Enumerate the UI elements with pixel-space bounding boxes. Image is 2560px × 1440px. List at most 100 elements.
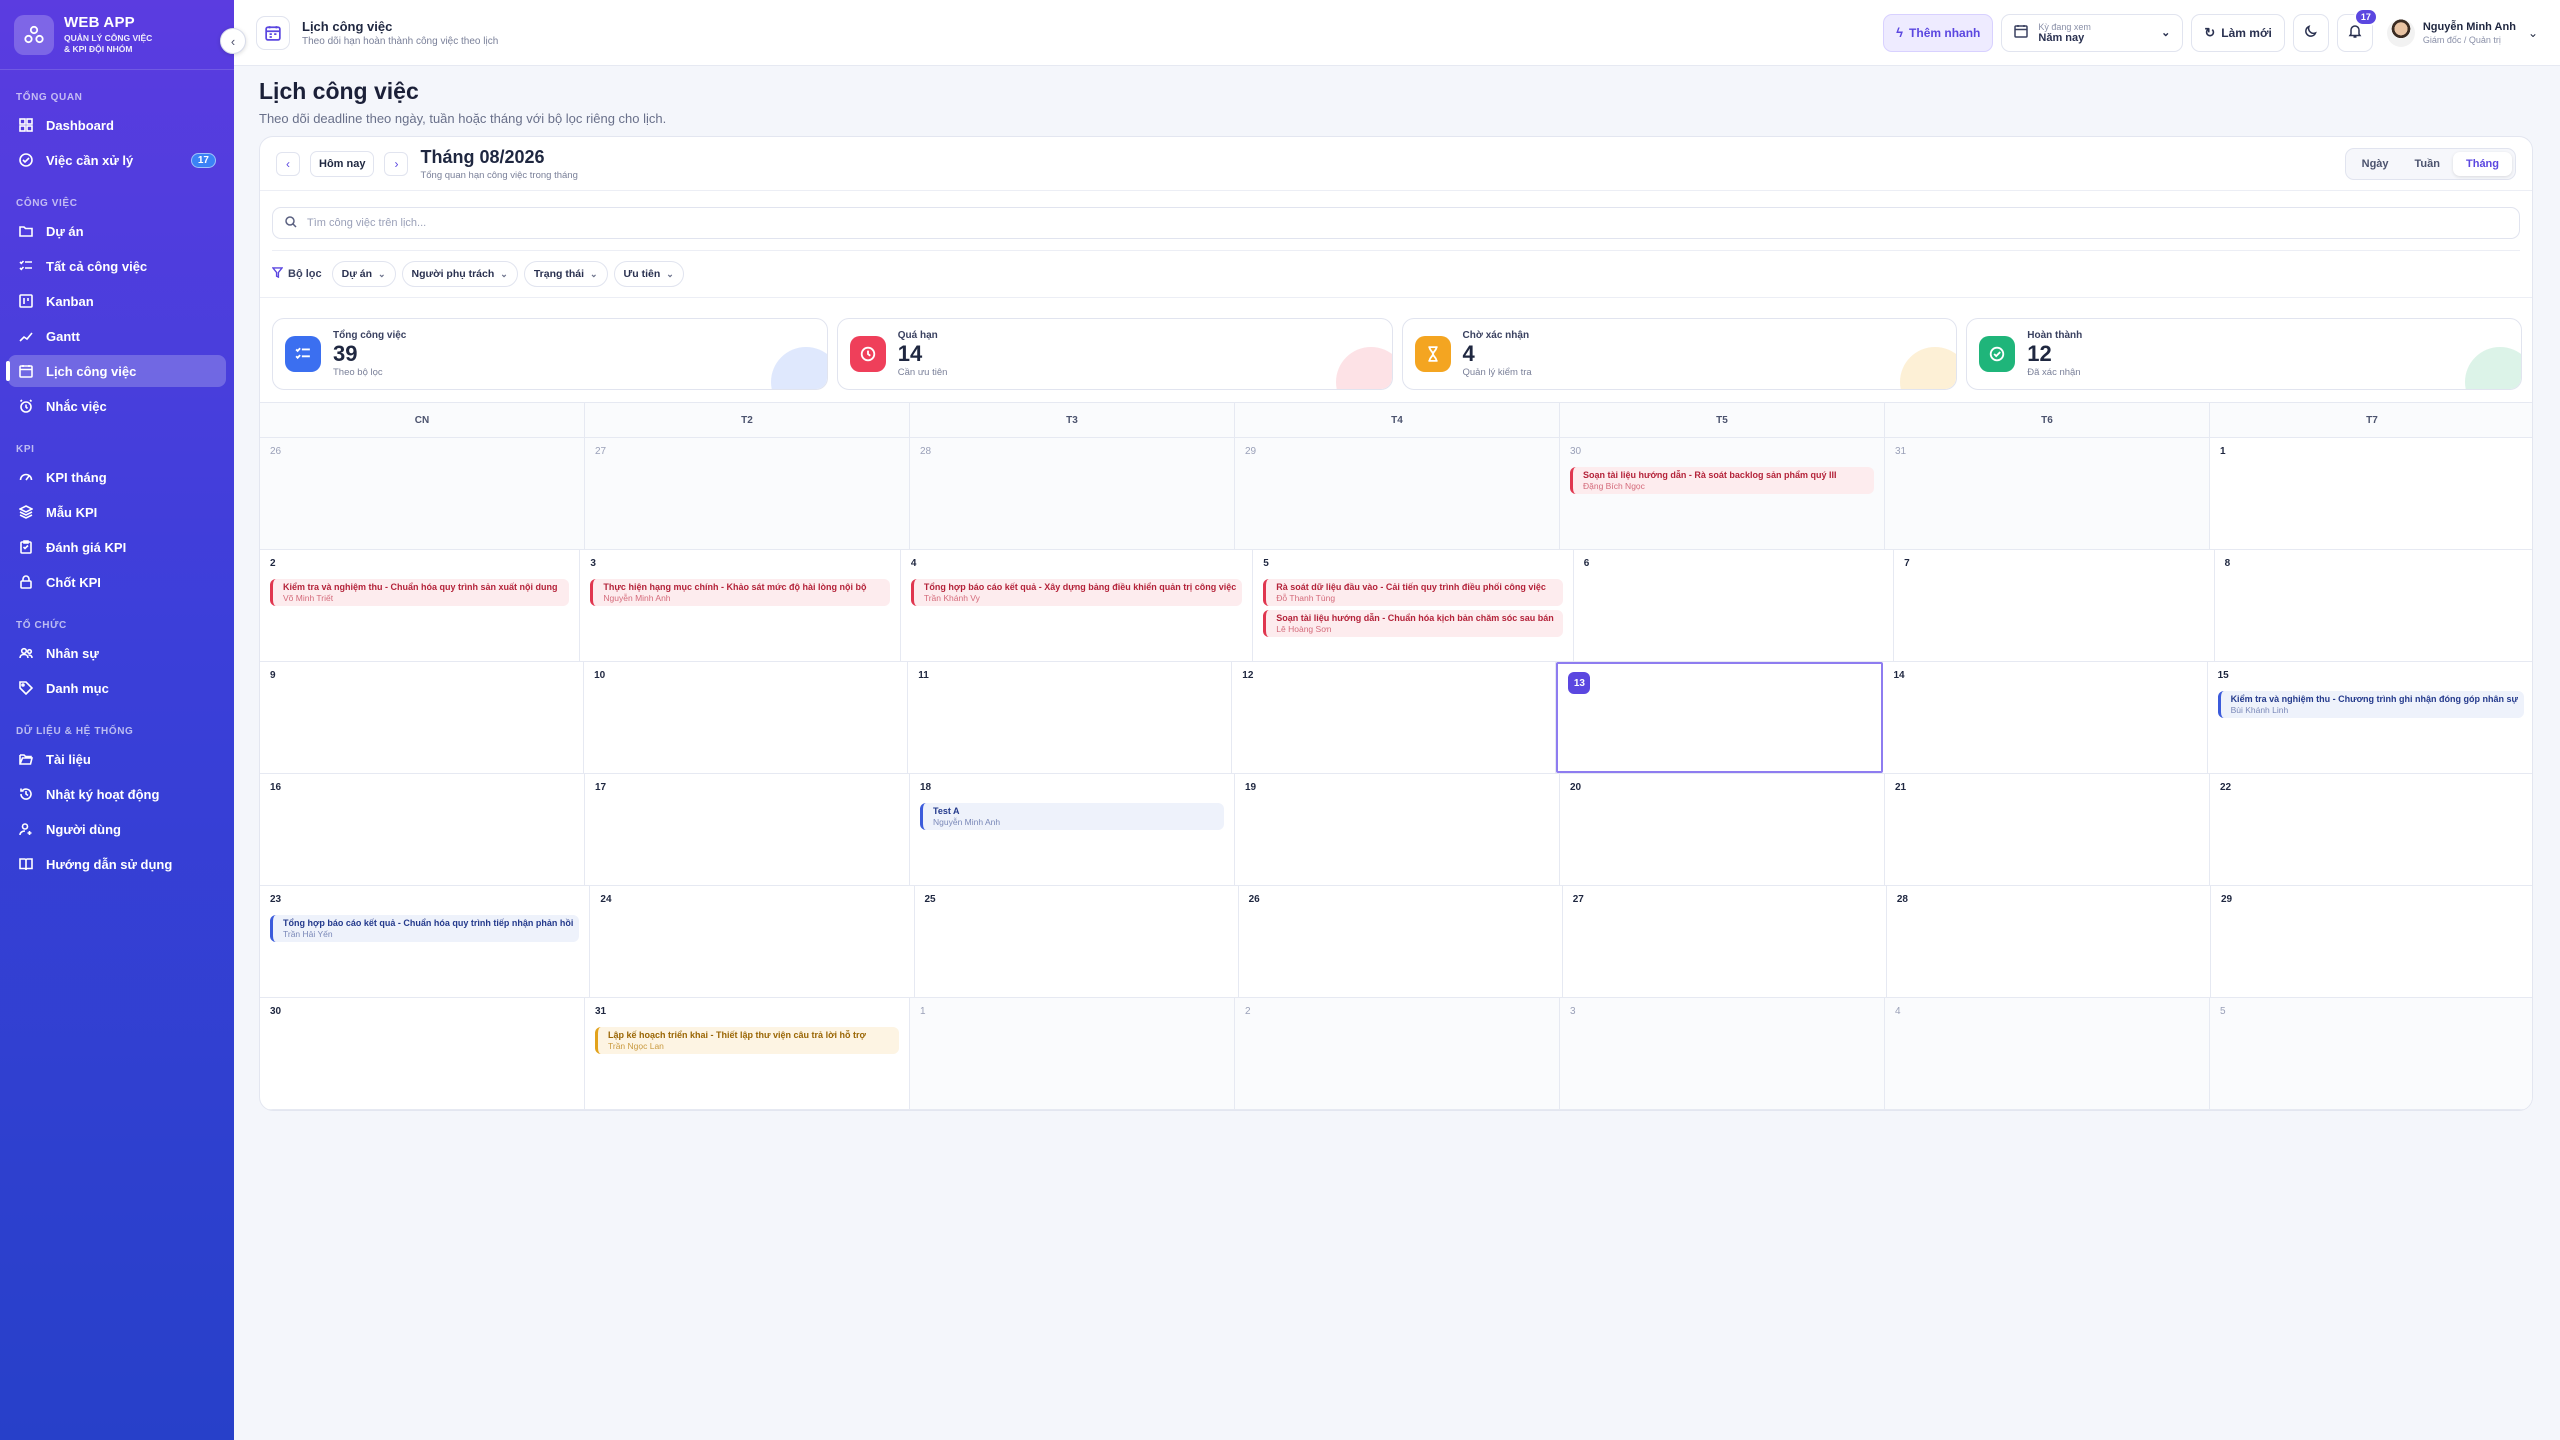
sidebar-item-reminders[interactable]: Nhắc việc bbox=[8, 390, 226, 422]
calendar-day[interactable]: 15 Kiểm tra và nghiệm thu - Chương trình … bbox=[2208, 662, 2532, 773]
calendar-event[interactable]: Soạn tài liệu hướng dẫn - Rà soát backlo… bbox=[1570, 467, 1874, 494]
calendar-day[interactable]: 25 bbox=[915, 886, 1239, 997]
sidebar-item-activity[interactable]: Nhật ký hoạt động bbox=[8, 778, 226, 810]
view-month-button[interactable]: Tháng bbox=[2453, 151, 2512, 176]
sidebar-item-catalog[interactable]: Danh mục bbox=[8, 672, 226, 704]
calendar-event[interactable]: Lập kế hoạch triển khai - Thiết lập thư … bbox=[595, 1027, 899, 1054]
filter-assignee[interactable]: Người phụ trách ⌄ bbox=[401, 261, 518, 287]
calendar-day[interactable]: 29 bbox=[2211, 886, 2532, 997]
view-day-button[interactable]: Ngày bbox=[2349, 152, 2402, 176]
calendar-day[interactable]: 30 bbox=[260, 998, 585, 1109]
calendar-day[interactable]: 6 bbox=[1574, 550, 1895, 661]
calendar-day[interactable]: 12 bbox=[1232, 662, 1557, 773]
calendar-day[interactable]: 3 Thực hiện hạng mục chính - Khảo sát mức… bbox=[580, 550, 901, 661]
calendar-day[interactable]: 26 bbox=[260, 438, 585, 549]
calendar-day[interactable]: 24 bbox=[590, 886, 915, 997]
calendar-day[interactable]: 30 Soạn tài liệu hướng dẫn - Rà soát back… bbox=[1560, 438, 1885, 549]
event-title: Tổng hợp báo cáo kết quả - Chuẩn hóa quy… bbox=[283, 918, 574, 928]
user-menu[interactable]: Nguyễn Minh Anh Giám đốc / Quản trị ⌄ bbox=[2386, 18, 2538, 47]
today-button[interactable]: Hôm nay bbox=[310, 150, 375, 177]
sidebar-item-label: Nhật ký hoạt động bbox=[46, 786, 160, 802]
calendar-event[interactable]: Tổng hợp báo cáo kết quả - Chuẩn hóa quy… bbox=[270, 915, 580, 942]
calendar-grid: CN T2 T3 T4 T5 T6 T7 26 27 28 29 30 Soạn tài liệu h… bbox=[260, 402, 2532, 1110]
calendar-day[interactable]: 17 bbox=[585, 774, 910, 885]
next-month-button[interactable]: › bbox=[384, 151, 409, 176]
calendar-day[interactable]: 10 bbox=[584, 662, 909, 773]
calendar-day[interactable]: 1 bbox=[910, 998, 1235, 1109]
sidebar-item-all-tasks[interactable]: Tất cả công việc bbox=[8, 250, 226, 282]
page-title: Lịch công việc bbox=[259, 78, 419, 104]
calendar-day[interactable]: 16 bbox=[260, 774, 585, 885]
view-week-button[interactable]: Tuần bbox=[2402, 152, 2453, 176]
calendar-event[interactable]: Thực hiện hạng mục chính - Khảo sát mức … bbox=[590, 579, 890, 606]
calendar-day[interactable]: 27 bbox=[1563, 886, 1887, 997]
calendar-day[interactable]: 11 bbox=[908, 662, 1233, 773]
event-assignee: Lê Hoàng Sơn bbox=[1276, 624, 1332, 634]
sidebar-item-docs[interactable]: Tài liệu bbox=[8, 743, 226, 775]
sidebar-item-kpi-month[interactable]: KPI tháng bbox=[8, 461, 226, 493]
filter-status[interactable]: Trạng thái ⌄ bbox=[523, 261, 608, 287]
calendar-day[interactable]: 31 bbox=[1885, 438, 2210, 549]
day-number: 4 bbox=[1895, 1006, 1901, 1017]
sidebar-item-gantt[interactable]: Gantt bbox=[8, 320, 226, 352]
notifications-button[interactable]: 17 bbox=[2336, 7, 2378, 52]
calendar-event[interactable]: Tổng hợp báo cáo kết quả - Xây dựng bảng… bbox=[910, 579, 1243, 606]
calendar-event[interactable]: Rà soát dữ liệu đầu vào - Cải tiến quy t… bbox=[1263, 579, 1563, 606]
calendar-day[interactable]: 26 bbox=[1239, 886, 1563, 997]
calendar-day[interactable]: 28 bbox=[910, 438, 1235, 549]
calendar-search-input[interactable]: Tìm công việc trên lịch... bbox=[272, 207, 2520, 239]
sidebar-item-kpi-template[interactable]: Mẫu KPI bbox=[8, 496, 226, 528]
calendar-day[interactable]: 4 bbox=[1885, 998, 2210, 1109]
weekday-label: T7 bbox=[2366, 414, 2378, 426]
calendar-day[interactable]: 4 Tổng hợp báo cáo kết quả - Xây dựng bản… bbox=[901, 550, 1254, 661]
sidebar-item-kanban[interactable]: Kanban bbox=[8, 285, 226, 317]
calendar-day[interactable]: 14 bbox=[1883, 662, 2208, 773]
stat-hint: Đã xác nhận bbox=[2027, 367, 2081, 378]
calendar-day[interactable]: 28 bbox=[1887, 886, 2211, 997]
calendar-day[interactable]: 3 bbox=[1560, 998, 1885, 1109]
calendar-day[interactable]: 27 bbox=[585, 438, 910, 549]
calendar-day[interactable]: 29 bbox=[1235, 438, 1560, 549]
quick-add-button[interactable]: ϟ Thêm nhanh bbox=[1883, 13, 1994, 52]
sidebar-collapse-button[interactable]: ‹ bbox=[220, 28, 246, 54]
calendar-day[interactable]: 1 bbox=[2210, 438, 2532, 549]
sidebar-item-pending[interactable]: Việc cần xử lý 17 bbox=[8, 144, 226, 176]
calendar-day[interactable]: 9 bbox=[260, 662, 585, 773]
filter-priority[interactable]: Ưu tiên ⌄ bbox=[613, 261, 684, 287]
calendar-day[interactable]: 2 bbox=[1235, 998, 1560, 1109]
calendar-day[interactable]: 5 Rà soát dữ liệu đầu vào - Cải tiến quy … bbox=[1253, 550, 1574, 661]
calendar-event[interactable]: Soạn tài liệu hướng dẫn - Chuẩn hóa kịch… bbox=[1263, 610, 1563, 637]
calendar-day[interactable]: 21 bbox=[1885, 774, 2210, 885]
calendar-day[interactable]: 20 bbox=[1560, 774, 1885, 885]
sidebar-item-calendar[interactable]: Lịch công việc bbox=[6, 355, 226, 387]
theme-toggle-button[interactable] bbox=[2292, 13, 2329, 52]
calendar-event[interactable]: Kiểm tra và nghiệm thu - Chương trình gh… bbox=[2217, 691, 2524, 718]
brand[interactable]: WEB APP QUẢN LÝ CÔNG VIỆC & KPI ĐỘI NHÓM bbox=[0, 0, 234, 70]
calendar-day[interactable]: 2 Kiểm tra và nghiệm thu - Chuẩn hóa quy … bbox=[260, 550, 581, 661]
search-icon bbox=[285, 215, 297, 231]
app-logo-icon bbox=[14, 14, 54, 55]
calendar-week-row: 26 27 28 29 30 Soạn tài liệu hướng dẫn - Rà s… bbox=[260, 438, 2532, 550]
sidebar-item-projects[interactable]: Dự án bbox=[8, 215, 226, 247]
sidebar-item-guide[interactable]: Hướng dẫn sử dụng bbox=[8, 848, 226, 880]
calendar-day[interactable]: 7 bbox=[1894, 550, 2215, 661]
calendar-day[interactable]: 5 bbox=[2210, 998, 2532, 1109]
calendar-day[interactable]: 19 bbox=[1235, 774, 1560, 885]
refresh-button[interactable]: ↻ Làm mới bbox=[2191, 13, 2285, 52]
sidebar-item-kpi-review[interactable]: Đánh giá KPI bbox=[8, 531, 226, 563]
calendar-day[interactable]: 8 bbox=[2215, 550, 2532, 661]
prev-month-button[interactable]: ‹ bbox=[276, 151, 300, 176]
calendar-day-today[interactable]: 13 bbox=[1556, 662, 1884, 773]
calendar-day[interactable]: 18 Test A Nguyễn Minh Anh bbox=[910, 774, 1235, 885]
calendar-event[interactable]: Kiểm tra và nghiệm thu - Chuẩn hóa quy t… bbox=[270, 579, 570, 606]
filter-project[interactable]: Dự án ⌄ bbox=[331, 261, 396, 287]
calendar-day[interactable]: 23 Tổng hợp báo cáo kết quả - Chuẩn hóa q… bbox=[260, 886, 591, 997]
calendar-day[interactable]: 31 Lập kế hoạch triển khai - Thiết lập th… bbox=[585, 998, 910, 1109]
calendar-event[interactable]: Test A Nguyễn Minh Anh bbox=[920, 803, 1224, 830]
sidebar-item-kpi-lock[interactable]: Chốt KPI bbox=[8, 566, 226, 598]
sidebar-item-staff[interactable]: Nhân sự bbox=[8, 637, 226, 669]
sidebar-item-dashboard[interactable]: Dashboard bbox=[8, 109, 226, 141]
period-select[interactable]: Kỳ đang xem Năm nay ⌄ bbox=[2001, 13, 2184, 52]
sidebar-item-users[interactable]: Người dùng bbox=[8, 813, 226, 845]
calendar-day[interactable]: 22 bbox=[2210, 774, 2532, 885]
